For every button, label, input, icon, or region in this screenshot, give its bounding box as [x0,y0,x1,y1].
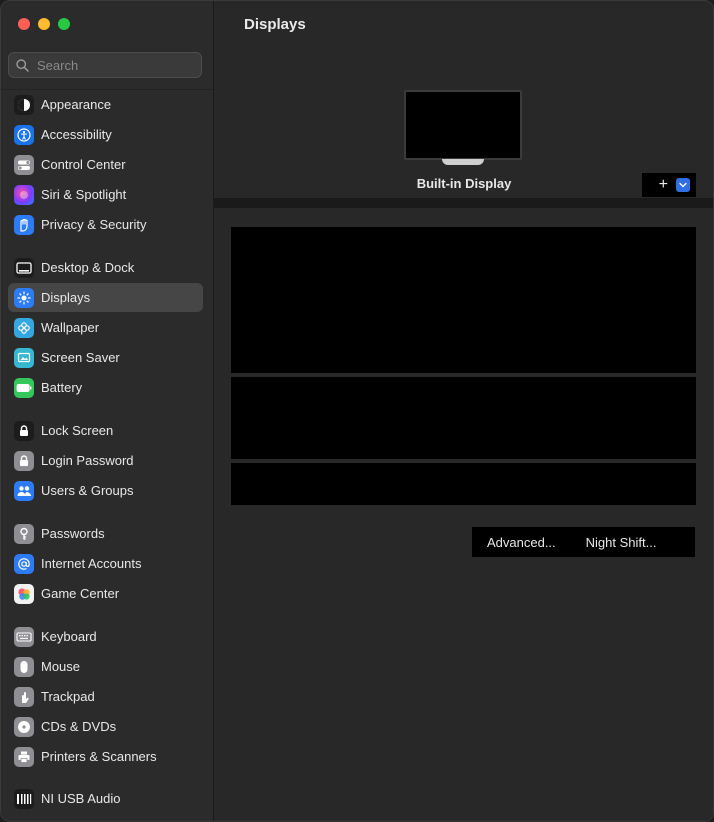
sidebar-item-label: Desktop & Dock [41,260,135,275]
battery-icon [14,377,34,398]
sidebar-item-label: Battery [41,380,83,395]
display-options-panel [231,377,696,459]
page-title: Displays [244,16,306,33]
display-name-label: Built-in Display [416,176,512,191]
night-shift-button[interactable]: Night Shift... [571,527,672,557]
sidebar-item-internet-accounts[interactable]: Internet Accounts [8,549,203,578]
desktop-dock-icon [14,257,34,278]
add-display-button[interactable]: + [659,177,668,193]
display-actions: Advanced... Night Shift... [472,527,695,557]
sidebar-item-label: Internet Accounts [41,556,142,571]
sidebar-item-siri-spotlight[interactable]: Siri & Spotlight [8,180,203,209]
appearance-icon [14,94,34,115]
search-field[interactable] [8,52,202,78]
sidebar-item-label: Users & Groups [41,483,134,498]
main-content: Displays Built-in Display + Advanced... … [214,1,713,821]
login-password-icon [14,450,34,471]
sidebar-item-label: Printers & Scanners [41,749,157,764]
sidebar-item-login-password[interactable]: Login Password [8,446,203,475]
built-in-display-thumbnail[interactable] [404,90,522,160]
control-center-icon [14,154,34,175]
sidebar-item-label: Trackpad [41,689,95,704]
display-extra-panel [231,463,696,505]
users-icon [14,480,34,501]
screen-saver-icon [14,347,34,368]
at-icon [14,553,34,574]
sidebar-item-lock-screen[interactable]: Lock Screen [8,416,203,445]
sidebar-item-privacy-security[interactable]: Privacy & Security [8,210,203,239]
game-center-icon [14,583,34,604]
sidebar-item-keyboard[interactable]: Keyboard [8,622,203,651]
display-settings-panel [231,227,696,373]
sidebar-item-game-center[interactable]: Game Center [8,579,203,608]
window-controls [18,18,70,30]
chevron-down-icon [679,182,687,188]
search-input[interactable] [35,56,189,74]
sidebar-item-passwords[interactable]: Passwords [8,519,203,548]
advanced-button[interactable]: Advanced... [472,527,571,557]
sidebar-item-users-groups[interactable]: Users & Groups [8,476,203,505]
sidebar-item-label: Wallpaper [41,320,100,335]
sidebar-item-desktop-dock[interactable]: Desktop & Dock [8,253,203,282]
sidebar-item-trackpad[interactable]: Trackpad [8,682,203,711]
sidebar-item-label: Mouse [41,659,81,674]
display-stand [442,159,484,165]
add-display-dropdown[interactable] [676,178,690,192]
minimize-window-button[interactable] [38,18,50,30]
add-display-control: + [642,173,696,197]
section-separator [214,198,713,208]
sidebar-item-wallpaper[interactable]: Wallpaper [8,313,203,342]
sidebar-item-ni-usb-audio[interactable]: NI USB Audio [8,784,203,813]
sidebar-item-label: Login Password [41,453,134,468]
privacy-hand-icon [14,214,34,235]
sidebar-item-displays[interactable]: Displays [8,283,203,312]
close-window-button[interactable] [18,18,30,30]
disc-icon [14,716,34,737]
sidebar-item-label: Displays [41,290,91,305]
sidebar-item-label: Lock Screen [41,423,114,438]
sidebar-item-label: Accessibility [41,127,112,142]
sidebar-item-label: Screen Saver [41,350,120,365]
sidebar-item-label: Control Center [41,157,126,172]
sidebar-item-appearance[interactable]: Appearance [8,90,203,119]
lock-icon [14,420,34,441]
sidebar-item-label: NI USB Audio [41,791,121,806]
sidebar-item-label: Game Center [41,586,120,601]
sidebar-item-label: Siri & Spotlight [41,187,127,202]
key-icon [14,523,34,544]
sidebar-item-screen-saver[interactable]: Screen Saver [8,343,203,372]
sidebar-item-mouse[interactable]: Mouse [8,652,203,681]
sidebar-item-printers-scanners[interactable]: Printers & Scanners [8,742,203,771]
search-icon [16,58,29,72]
zoom-window-button[interactable] [58,18,70,30]
sidebar-item-label: Passwords [41,526,105,541]
wallpaper-icon [14,317,34,338]
sidebar-item-label: Keyboard [41,629,97,644]
sidebar-item-label: CDs & DVDs [41,719,117,734]
mouse-icon [14,656,34,677]
keyboard-icon [14,626,34,647]
sidebar-item-control-center[interactable]: Control Center [8,150,203,179]
sidebar-item-label: Appearance [41,97,112,112]
sidebar-item-cds-dvds[interactable]: CDs & DVDs [8,712,203,741]
sidebar: Appearance Accessibility Control Center … [1,1,214,821]
sidebar-item-label: Privacy & Security [41,217,147,232]
accessibility-icon [14,124,34,145]
siri-icon [14,184,34,205]
displays-icon [14,287,34,308]
ni-audio-icon [14,788,34,809]
sidebar-item-battery[interactable]: Battery [8,373,203,402]
trackpad-icon [14,686,34,707]
printer-icon [14,746,34,767]
sidebar-item-accessibility[interactable]: Accessibility [8,120,203,149]
system-settings-window: Appearance Accessibility Control Center … [0,0,714,822]
